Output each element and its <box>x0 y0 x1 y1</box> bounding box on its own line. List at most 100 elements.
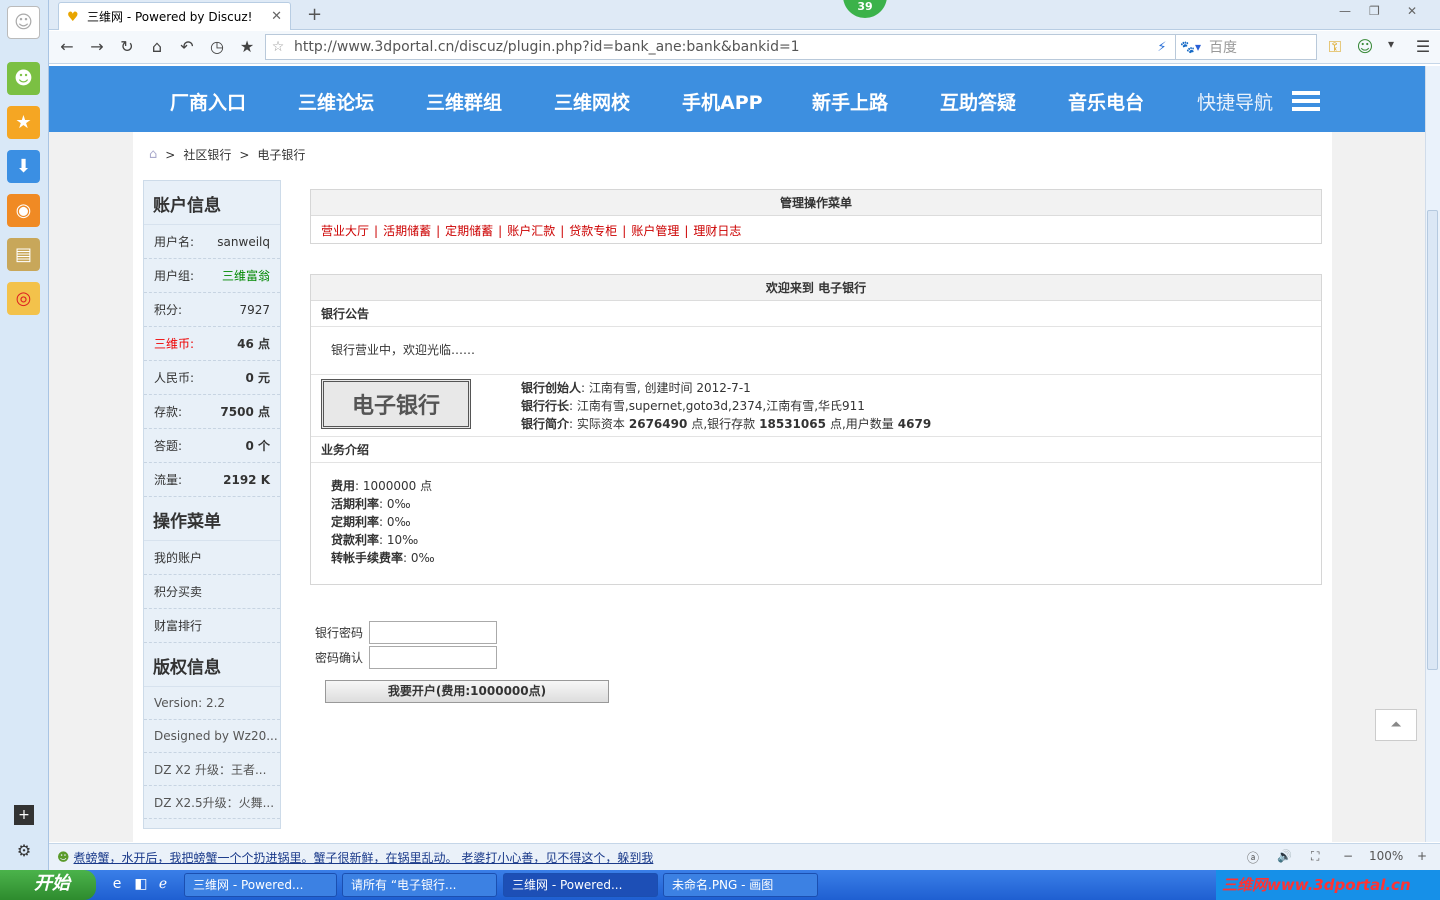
add-icon[interactable]: + <box>14 805 34 825</box>
nav-radio[interactable]: 音乐电台 <box>1068 88 1144 115</box>
copyright-title: 版权信息 <box>144 643 280 687</box>
copyright-line: DZ X2.5升级：火舞... <box>144 786 280 819</box>
crumb-bank[interactable]: 社区银行 <box>183 146 231 163</box>
bookmark-star-icon[interactable]: ★ <box>237 37 257 56</box>
download-icon[interactable]: ⬇ <box>7 150 40 183</box>
nav-vendor[interactable]: 厂商入口 <box>170 88 246 115</box>
refresh-icon[interactable]: ↻ <box>117 37 137 56</box>
tab-bar: ♥ 三维网 - Powered by Discuz! ✕ + 39 — ❐ ✕ <box>49 0 1440 30</box>
bank-password-field[interactable] <box>369 621 498 644</box>
notification-badge[interactable]: 39 <box>843 0 887 18</box>
address-toolbar: ← → ↻ ⌂ ↶ ◷ ★ ☆ http://www.3dportal.cn/d… <box>49 31 1440 64</box>
mgmt-link-hall[interactable]: 营业大厅 <box>321 224 369 238</box>
breadcrumb: ⌂ > 社区银行 > 电子银行 <box>149 146 306 163</box>
user-icon[interactable]: ☺ <box>1355 37 1375 56</box>
pwd2-row: 密码确认 <box>315 646 498 669</box>
mgmt-link-log[interactable]: 理财日志 <box>693 224 741 238</box>
news-ticker-link[interactable]: 煮螃蟹，水开后，我把螃蟹一个个扔进锅里。蟹子很新鲜，在锅里乱动。 老婆打小心善，… <box>74 849 654 866</box>
settings-gear-icon[interactable]: ⚙ <box>14 840 34 860</box>
welcome-title: 欢迎来到 电子银行 <box>311 275 1321 301</box>
mgmt-link-account[interactable]: 账户管理 <box>631 224 679 238</box>
zoom-level[interactable]: 100% <box>1369 849 1403 863</box>
emoji-icon[interactable]: ☻ <box>7 62 40 95</box>
baidu-icon[interactable]: 🐾▾ <box>1180 40 1201 54</box>
task-window-4[interactable]: 未命名.PNG - 画图 <box>663 873 818 897</box>
tab-title: 三维网 - Powered by Discuz! <box>87 10 253 24</box>
more-chevron-icon[interactable]: ▾ <box>1381 37 1401 51</box>
mgmt-link-transfer[interactable]: 账户汇款 <box>507 224 555 238</box>
link-points-trade[interactable]: 积分买卖 <box>144 575 280 609</box>
open-account-button[interactable]: 我要开户(费用:1000000点) <box>325 680 609 703</box>
adblock-icon[interactable]: ⓐ <box>1247 849 1259 866</box>
nav-quick[interactable]: 快捷导航 <box>1197 88 1273 115</box>
ie2-icon[interactable]: ℯ <box>154 876 172 894</box>
list-menu-icon[interactable] <box>1292 91 1320 111</box>
new-tab-icon[interactable]: + <box>307 4 322 25</box>
site-top-nav: 厂商入口 三维论坛 三维群组 三维网校 手机APP 新手上路 互助答疑 音乐电台… <box>49 66 1425 132</box>
zoom-out-icon[interactable]: − <box>1343 849 1353 863</box>
browser-tab[interactable]: ♥ 三维网 - Powered by Discuz! ✕ <box>58 2 291 30</box>
link-my-account[interactable]: 我的账户 <box>144 541 280 575</box>
opmenu-title: 操作菜单 <box>144 497 280 541</box>
bank-details: 银行创始人: 江南有雪, 创建时间 2012-7-1 银行行长: 江南有雪,su… <box>521 381 932 431</box>
undo-icon[interactable]: ↶ <box>177 37 197 56</box>
menu-icon[interactable]: ☰ <box>1413 37 1433 56</box>
minimize-icon[interactable]: — <box>1339 4 1351 18</box>
close-window-icon[interactable]: ✕ <box>1407 4 1417 18</box>
start-button[interactable]: 开始 <box>0 870 96 900</box>
nav-groups[interactable]: 三维群组 <box>426 88 502 115</box>
home-crumb-icon[interactable]: ⌂ <box>149 147 157 162</box>
fullscreen-icon[interactable]: ⛶ <box>1311 849 1319 864</box>
back-to-top-icon[interactable]: ⏶ <box>1375 709 1417 741</box>
weibo-icon[interactable]: ◎ <box>7 282 40 315</box>
forward-icon[interactable]: → <box>87 37 107 56</box>
scrollbar-thumb[interactable] <box>1427 210 1438 670</box>
status-bar: ☻ 煮螃蟹，水开后，我把螃蟹一个个扔进锅里。蟹子很新鲜，在锅里乱动。 老婆打小心… <box>49 843 1440 870</box>
account-row: 流量: 2192 K <box>144 463 280 497</box>
favorites-star-icon[interactable]: ★ <box>7 106 40 139</box>
nav-qa[interactable]: 互助答疑 <box>940 88 1016 115</box>
link-wealth-rank[interactable]: 财富排行 <box>144 609 280 643</box>
mgmt-link-fixed[interactable]: 定期储蓄 <box>445 224 493 238</box>
search-box[interactable]: 🐾▾ 百度 <box>1175 34 1317 60</box>
biz-title: 业务介绍 <box>311 437 1321 463</box>
account-row: 人民币: 0 元 <box>144 361 280 395</box>
mgmt-link-current[interactable]: 活期储蓄 <box>383 224 431 238</box>
avatar-icon[interactable]: ☺ <box>7 6 40 39</box>
rss-icon[interactable]: ◉ <box>7 194 40 227</box>
sound-icon[interactable]: 🔊 <box>1277 849 1292 863</box>
task-window-2[interactable]: 请所有 “电子银行... <box>342 873 497 897</box>
task-window-3[interactable]: 三维网 - Powered... <box>503 873 658 897</box>
crumb-ebank[interactable]: 电子银行 <box>257 146 305 163</box>
nav-newbie[interactable]: 新手上路 <box>812 88 888 115</box>
biz-body: 费用: 1000000 点 活期利率: 0‰ 定期利率: 0‰ 贷款利率: 10… <box>331 479 435 565</box>
notice-text: 银行营业中，欢迎光临…… <box>311 327 1321 375</box>
browser-quicklaunch-icon[interactable]: ◧ <box>132 876 150 894</box>
url-text[interactable]: http://www.3dportal.cn/discuz/plugin.php… <box>290 39 1150 55</box>
search-input[interactable]: 百度 <box>1209 37 1237 57</box>
pwd-label: 银行密码 <box>315 626 364 640</box>
account-row: 积分: 7927 <box>144 293 280 327</box>
copyright-line: DZ X2 升级：王者... <box>144 753 280 786</box>
confirm-password-field[interactable] <box>369 646 498 669</box>
nav-app[interactable]: 手机APP <box>682 88 763 115</box>
speed-mode-icon[interactable]: ⚡ <box>1150 40 1174 55</box>
nav-school[interactable]: 三维网校 <box>554 88 630 115</box>
mgmt-link-loan[interactable]: 贷款专柜 <box>569 224 617 238</box>
address-bar[interactable]: ☆ http://www.3dportal.cn/discuz/plugin.p… <box>265 34 1223 60</box>
home-icon[interactable]: ⌂ <box>147 37 167 56</box>
mgmt-links: 营业大厅 | 活期储蓄 | 定期储蓄 | 账户汇款 | 贷款专柜 | 账户管理 | 理财日志 <box>321 224 742 238</box>
history-icon[interactable]: ◷ <box>207 37 227 56</box>
task-window-1[interactable]: 三维网 - Powered... <box>184 873 337 897</box>
key-icon[interactable]: ⚿ <box>1325 37 1345 57</box>
notes-icon[interactable]: ▤ <box>7 238 40 271</box>
restore-icon[interactable]: ❐ <box>1369 4 1380 18</box>
back-icon[interactable]: ← <box>57 37 77 56</box>
zoom-in-icon[interactable]: + <box>1417 849 1427 863</box>
close-tab-icon[interactable]: ✕ <box>271 9 282 24</box>
nav-forum[interactable]: 三维论坛 <box>298 88 374 115</box>
add-favorite-icon[interactable]: ☆ <box>266 39 290 55</box>
ie-icon[interactable]: e <box>108 876 126 894</box>
account-row: 存款: 7500 点 <box>144 395 280 429</box>
account-row: 三维币: 46 点 <box>144 327 280 361</box>
